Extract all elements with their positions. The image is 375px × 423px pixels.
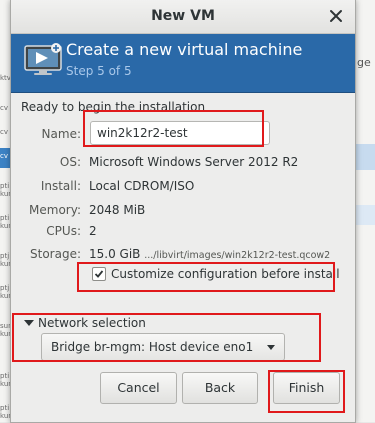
bg-selected-row	[354, 144, 375, 170]
finish-highlight-box	[268, 370, 345, 413]
storage-size: 15.0 GiB	[89, 247, 141, 261]
vm-monitor-icon	[24, 43, 62, 75]
bg-fragment: cv	[0, 152, 8, 160]
bg-fragment: cv	[0, 104, 8, 112]
customize-highlight-box	[77, 262, 335, 292]
bg-fragment: pti	[0, 404, 10, 412]
cpus-value: 2	[89, 224, 97, 238]
cancel-button[interactable]: Cancel	[100, 372, 177, 404]
bg-fragment: ptj	[0, 252, 10, 260]
bg-fragment: ge	[357, 56, 371, 69]
network-highlight-box	[12, 313, 321, 362]
dialog-titlebar: New VM	[11, 0, 355, 34]
dialog-title: New VM	[151, 8, 215, 24]
install-value: Local CDROM/ISO	[89, 179, 195, 193]
bg-row	[354, 205, 375, 225]
storage-path: .../libvirt/images/win2k12r2-test.qcow2	[144, 250, 331, 261]
background-window-right: ge	[353, 0, 375, 422]
bg-fragment: cv	[0, 128, 8, 136]
os-value: Microsoft Windows Server 2012 R2	[89, 155, 299, 169]
storage-value-row: 15.0 GiB .../libvirt/images/win2k12r2-te…	[89, 247, 330, 261]
back-button[interactable]: Back	[182, 372, 258, 404]
memory-label: Memory:	[29, 203, 81, 217]
banner-title: Create a new virtual machine	[66, 40, 303, 59]
name-label: Name:	[41, 127, 81, 141]
cpus-label: CPUs:	[46, 224, 81, 238]
name-highlight-box	[83, 110, 264, 147]
banner-step: Step 5 of 5	[66, 64, 132, 78]
os-label: OS:	[59, 155, 81, 169]
bg-fragment: pti	[0, 214, 10, 222]
bg-fragment: ptj	[0, 284, 10, 292]
memory-value: 2048 MiB	[89, 203, 146, 217]
close-icon[interactable]	[329, 9, 343, 23]
install-label: Install:	[40, 179, 81, 193]
bg-fragment: pti	[0, 182, 10, 190]
storage-label: Storage:	[30, 247, 81, 261]
wizard-banner: Create a new virtual machine Step 5 of 5	[11, 34, 355, 93]
bg-fragment: pti	[0, 372, 10, 380]
